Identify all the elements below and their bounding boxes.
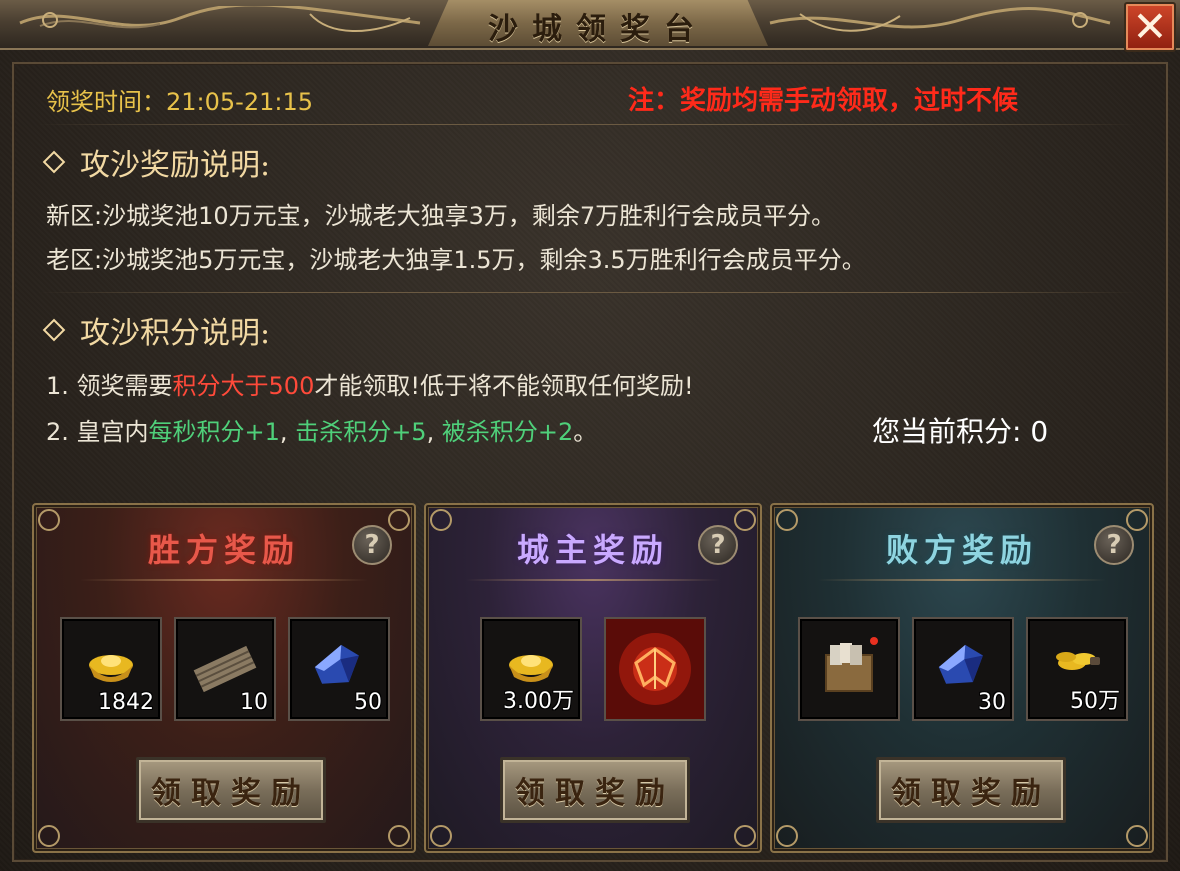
reward-slot[interactable]: 50 bbox=[288, 617, 390, 721]
corner-ornament bbox=[430, 825, 452, 847]
diamond-bullet-icon bbox=[42, 150, 66, 174]
left-ornament-icon bbox=[19, 6, 421, 33]
title-bar: 沙城领奖台 ✕ bbox=[0, 0, 1180, 52]
reward-slot[interactable]: 50万 bbox=[1026, 617, 1128, 721]
score-rule-2: 2. 皇宫内每秒积分+1, 击杀积分+5, 被杀积分+2。 bbox=[46, 412, 597, 447]
winner-reward-card: 胜方奖励 ? 1842 10 50 领取奖励 bbox=[32, 503, 416, 853]
rule2-per-second: 每秒积分+1 bbox=[148, 418, 280, 446]
score-section-title-text: 攻沙积分说明: bbox=[80, 316, 271, 351]
card-pack-icon bbox=[825, 637, 878, 692]
reward-slot[interactable] bbox=[798, 617, 900, 721]
lord-help-button[interactable]: ? bbox=[698, 525, 738, 565]
loser-reward-card: 败方奖励 ? 30 50万 领取奖励 bbox=[770, 503, 1154, 853]
corner-ornament bbox=[776, 825, 798, 847]
corner-ornament bbox=[734, 825, 756, 847]
rule1-suffix: 才能领取!低于将不能领取任何奖励! bbox=[314, 372, 694, 400]
lord-claim-button[interactable]: 领取奖励 bbox=[500, 757, 690, 823]
reward-slot[interactable]: 10 bbox=[174, 617, 276, 721]
manual-claim-notice: 注：奖励均需手动领取，过时不候 bbox=[628, 86, 1019, 116]
current-score-label: 您当前积分: bbox=[872, 415, 1022, 448]
item-quantity: 10 bbox=[240, 690, 268, 715]
score-section-title: 攻沙积分说明: bbox=[42, 308, 271, 352]
divider bbox=[38, 292, 1138, 293]
title-underline bbox=[79, 579, 369, 581]
lord-reward-card: 城主奖励 ? 3.00万 领取奖励 bbox=[424, 503, 762, 853]
reward-slot[interactable]: 1842 bbox=[60, 617, 162, 721]
winner-help-button[interactable]: ? bbox=[352, 525, 392, 565]
reward-section-title-text: 攻沙奖励说明: bbox=[80, 148, 271, 183]
item-quantity: 3.00万 bbox=[503, 689, 574, 714]
score-rule-1: 1. 领奖需要积分大于500才能领取!低于将不能领取任何奖励! bbox=[46, 366, 694, 401]
reward-slot[interactable]: 30 bbox=[912, 617, 1014, 721]
loser-claim-button[interactable]: 领取奖励 bbox=[876, 757, 1066, 823]
reward-line-old-server: 老区:沙城奖池5万元宝，沙城老大独享1.5万，剩余3.5万胜利行会成员平分。 bbox=[46, 246, 866, 274]
item-quantity: 1842 bbox=[98, 690, 154, 715]
reward-window: 沙城领奖台 ✕ 领奖时间：21:05-21:15 注：奖励均需手动领取，过时不候… bbox=[0, 0, 1180, 871]
close-icon: ✕ bbox=[1132, 2, 1168, 51]
title-underline bbox=[817, 579, 1107, 581]
corner-ornament bbox=[388, 825, 410, 847]
current-score: 您当前积分: 0 bbox=[872, 410, 1048, 450]
rule2-sep: , bbox=[279, 418, 288, 446]
item-quantity: 30 bbox=[978, 690, 1006, 715]
item-quantity: 50 bbox=[354, 690, 382, 715]
reward-slot[interactable]: 3.00万 bbox=[480, 617, 582, 721]
corner-ornament bbox=[1126, 825, 1148, 847]
rule2-killed: 被杀积分+2 bbox=[441, 418, 574, 446]
rule2-sep: , bbox=[426, 418, 435, 446]
divider bbox=[38, 124, 1138, 125]
diamond-bullet-icon bbox=[42, 318, 66, 342]
current-score-value: 0 bbox=[1030, 415, 1049, 448]
item-quantity: 50万 bbox=[1070, 689, 1120, 714]
reward-slot[interactable] bbox=[604, 617, 706, 721]
corner-ornament bbox=[38, 825, 60, 847]
rule2-prefix: 2. 皇宫内 bbox=[46, 418, 149, 446]
rule1-prefix: 1. 领奖需要 bbox=[46, 372, 173, 400]
rule2-kill: 击杀积分+5 bbox=[295, 418, 427, 446]
loser-help-button[interactable]: ? bbox=[1094, 525, 1134, 565]
winner-claim-button[interactable]: 领取奖励 bbox=[136, 757, 326, 823]
title-underline bbox=[466, 579, 720, 581]
reward-section-title: 攻沙奖励说明: bbox=[42, 140, 271, 184]
right-ornament-icon bbox=[769, 7, 1111, 32]
flame-emblem-icon bbox=[606, 619, 704, 719]
rule1-highlight: 积分大于500 bbox=[172, 372, 315, 400]
reward-line-new-server: 新区:沙城奖池10万元宝，沙城老大独享3万，剩余7万胜利行会成员平分。 bbox=[46, 202, 836, 230]
close-button[interactable]: ✕ bbox=[1124, 2, 1176, 52]
rule2-end: 。 bbox=[573, 418, 598, 446]
claim-time-label: 领奖时间：21:05-21:15 bbox=[46, 88, 313, 116]
window-title: 沙城领奖台 bbox=[488, 12, 708, 47]
